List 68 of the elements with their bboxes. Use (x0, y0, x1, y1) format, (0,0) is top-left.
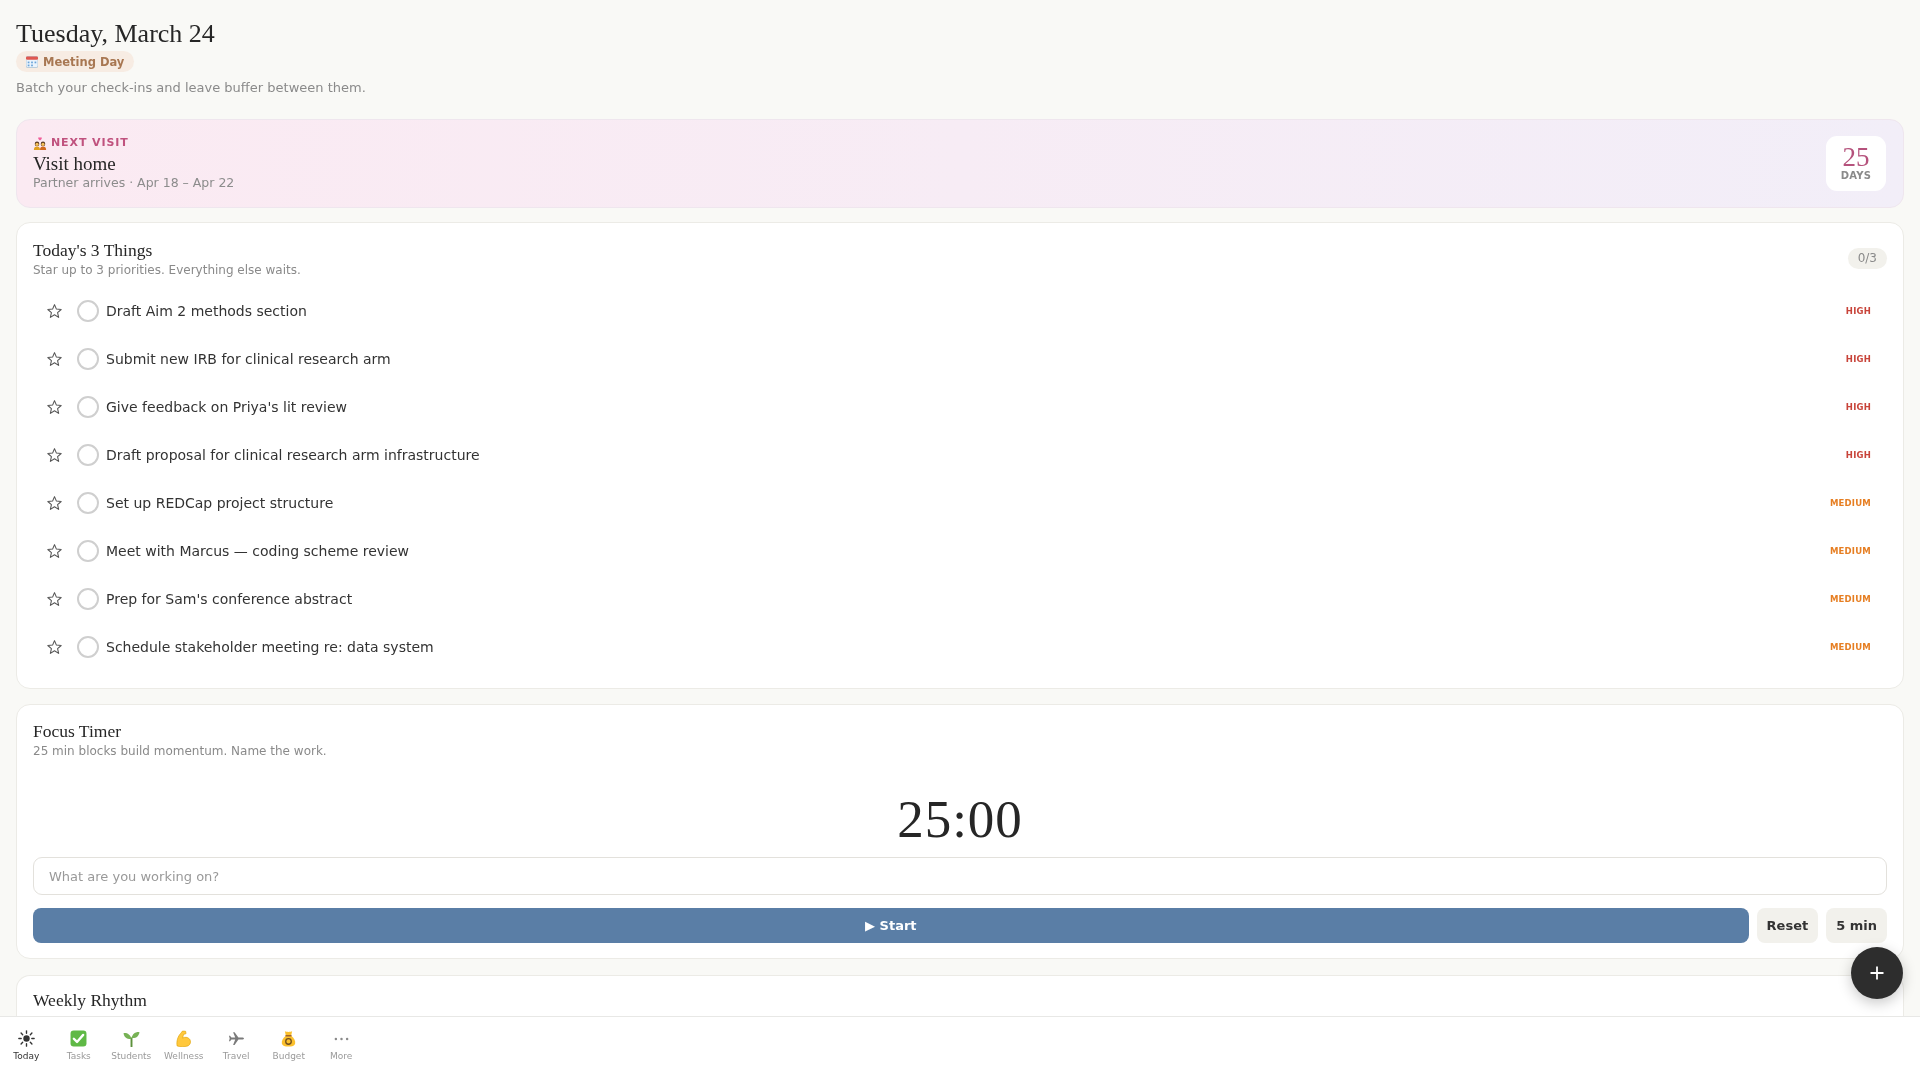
task-checkbox[interactable] (77, 396, 99, 418)
calendar-icon (26, 55, 38, 68)
priority-label: MEDIUM (1829, 498, 1871, 508)
priority-label: HIGH (1845, 354, 1871, 364)
star-icon[interactable] (47, 640, 62, 654)
check-box-icon (70, 1030, 88, 1047)
sun-icon (17, 1030, 35, 1047)
timer-button[interactable]: 5 min (1826, 908, 1887, 943)
star-icon[interactable] (47, 544, 62, 558)
nav-tab[interactable]: More (315, 1017, 368, 1062)
nav-tab[interactable]: Wellness (157, 1017, 210, 1062)
card-title: Weekly Rhythm (33, 990, 148, 1011)
star-icon[interactable] (47, 400, 62, 414)
day-type-label: Meeting Day (43, 54, 125, 69)
task-text: Draft proposal for clinical research arm infrastructure (106, 447, 480, 463)
day-tip: Batch your check-ins and leave buffer between them. (16, 79, 366, 97)
timer-button[interactable]: Reset (1756, 908, 1819, 943)
task-text: Submit new IRB for clinical research arm (106, 351, 391, 367)
plus-icon (1870, 966, 1884, 980)
priority-label: MEDIUM (1829, 642, 1871, 652)
page-title: Tuesday, March 24 (16, 18, 215, 49)
days-count: 25 (1842, 144, 1870, 170)
task-text: Meet with Marcus — coding scheme review (106, 543, 409, 559)
card-title: Today's 3 Things (33, 240, 153, 261)
sprout-icon (122, 1030, 140, 1047)
start-button[interactable]: ▶ Start (33, 908, 1749, 943)
nav-tab[interactable]: Travel (210, 1017, 263, 1062)
task-checkbox[interactable] (77, 492, 99, 514)
task-text: Schedule stakeholder meeting re: data system (106, 639, 434, 655)
star-icon[interactable] (47, 352, 62, 366)
card-subtitle: Star up to 3 priorities. Everything else waits. (33, 262, 301, 278)
task-checkbox[interactable] (77, 588, 99, 610)
task-text: Prep for Sam's conference abstract (106, 591, 353, 607)
task-input[interactable]: What are you working on? (33, 857, 1887, 895)
task-text: Draft Aim 2 methods section (106, 303, 307, 319)
timer-display: 25:00 (897, 789, 1023, 850)
visit-title: Visit home (33, 152, 116, 175)
priority-label: HIGH (1845, 450, 1871, 460)
task-checkbox[interactable] (77, 636, 99, 658)
visit-detail: Partner arrives · Apr 18 – Apr 22 (33, 175, 235, 191)
priority-label: MEDIUM (1829, 546, 1871, 556)
couple-icon (33, 135, 47, 150)
task-checkbox[interactable] (77, 540, 99, 562)
count-pill: 0/3 (1847, 247, 1887, 269)
nav-tab[interactable]: Tasks (52, 1017, 105, 1062)
days-unit: DAYS (1840, 170, 1872, 182)
star-icon[interactable] (47, 448, 62, 462)
star-icon[interactable] (47, 496, 62, 510)
nav-tab[interactable]: Budget (262, 1017, 315, 1062)
task-text: Give feedback on Priya's lit review (106, 399, 348, 415)
priority-label: HIGH (1845, 306, 1871, 316)
more-icon (333, 1036, 349, 1041)
task-checkbox[interactable] (77, 444, 99, 466)
section-label: NEXT VISIT (51, 135, 129, 150)
task-checkbox[interactable] (77, 300, 99, 322)
priority-label: HIGH (1845, 402, 1871, 412)
card-title: Focus Timer (33, 721, 121, 742)
star-icon[interactable] (47, 304, 62, 318)
priority-label: MEDIUM (1829, 594, 1871, 604)
nav-tab[interactable]: Today (0, 1017, 53, 1062)
task-checkbox[interactable] (77, 348, 99, 370)
star-icon[interactable] (47, 592, 62, 606)
airplane-icon (227, 1030, 245, 1047)
flexed-arm-icon (175, 1030, 193, 1047)
card-subtitle: 25 min blocks build momentum. Name the work. (33, 743, 327, 759)
task-text: Set up REDCap project structure (106, 495, 334, 511)
nav-tab[interactable]: Students (105, 1017, 158, 1062)
money-bag-icon (280, 1030, 298, 1047)
